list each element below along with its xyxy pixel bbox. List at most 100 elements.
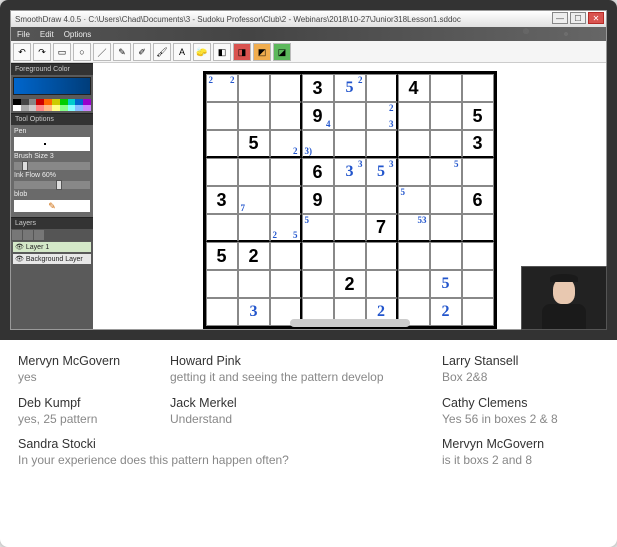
sudoku-cell[interactable]: 7 — [366, 214, 398, 242]
horizontal-scrollbar[interactable] — [290, 319, 410, 327]
sudoku-cell[interactable] — [462, 270, 494, 298]
sudoku-cell[interactable]: 2 — [270, 130, 302, 158]
sudoku-cell[interactable]: 53 — [398, 214, 430, 242]
sudoku-cell[interactable] — [206, 270, 238, 298]
palette-swatch[interactable] — [83, 105, 91, 111]
sudoku-cell[interactable] — [334, 102, 366, 130]
tool-button[interactable]: 🧽 — [193, 43, 211, 61]
palette-swatch[interactable] — [21, 105, 29, 111]
sudoku-cell[interactable]: 94 — [302, 102, 334, 130]
sudoku-cell[interactable]: 3 — [206, 186, 238, 214]
sudoku-cell[interactable] — [366, 130, 398, 158]
minimize-button[interactable]: — — [552, 12, 568, 24]
sudoku-cell[interactable]: 3 — [238, 298, 270, 326]
sudoku-cell[interactable]: 3 — [462, 130, 494, 158]
sudoku-cell[interactable]: 6 — [462, 186, 494, 214]
sudoku-cell[interactable] — [462, 74, 494, 102]
sudoku-cell[interactable] — [462, 158, 494, 186]
sudoku-cell[interactable] — [430, 214, 462, 242]
tool-button[interactable]: ◧ — [213, 43, 231, 61]
sudoku-cell[interactable]: 4 — [398, 74, 430, 102]
sudoku-cell[interactable] — [430, 102, 462, 130]
sudoku-cell[interactable]: 33 — [334, 158, 366, 186]
sudoku-cell[interactable] — [206, 214, 238, 242]
layer-tool-icon[interactable] — [12, 230, 22, 240]
tool-button[interactable]: ▭ — [53, 43, 71, 61]
sudoku-cell[interactable] — [398, 270, 430, 298]
sudoku-cell[interactable] — [238, 74, 270, 102]
eye-icon[interactable]: 👁 — [15, 255, 24, 263]
sudoku-cell[interactable]: 7 — [238, 186, 270, 214]
eye-icon[interactable]: 👁 — [15, 243, 24, 251]
layer-tool-icon[interactable] — [34, 230, 44, 240]
sudoku-cell[interactable] — [302, 242, 334, 270]
palette-swatch[interactable] — [60, 105, 68, 111]
sudoku-cell[interactable]: 2 — [334, 270, 366, 298]
sudoku-cell[interactable] — [238, 102, 270, 130]
foreground-swatch[interactable] — [13, 77, 91, 95]
sudoku-cell[interactable] — [430, 186, 462, 214]
sudoku-cell[interactable] — [430, 130, 462, 158]
sudoku-cell[interactable] — [270, 158, 302, 186]
sudoku-cell[interactable] — [462, 214, 494, 242]
sudoku-cell[interactable]: 52 — [334, 74, 366, 102]
sudoku-cell[interactable] — [334, 186, 366, 214]
sudoku-cell[interactable] — [238, 270, 270, 298]
sudoku-cell[interactable]: 5 — [206, 242, 238, 270]
sudoku-cell[interactable]: 5 — [238, 130, 270, 158]
sudoku-cell[interactable] — [270, 102, 302, 130]
sudoku-cell[interactable] — [462, 298, 494, 326]
sudoku-cell[interactable]: 5 — [302, 214, 334, 242]
palette-swatch[interactable] — [75, 105, 83, 111]
sudoku-cell[interactable] — [270, 186, 302, 214]
sudoku-cell[interactable] — [430, 74, 462, 102]
sudoku-cell[interactable]: 2 — [238, 242, 270, 270]
sudoku-cell[interactable]: 23 — [366, 102, 398, 130]
sudoku-cell[interactable]: 5 — [430, 270, 462, 298]
tool-button[interactable]: ✎ — [113, 43, 131, 61]
tool-button[interactable]: A — [173, 43, 191, 61]
layer-row[interactable]: 👁Background Layer — [13, 254, 91, 264]
sudoku-cell[interactable] — [366, 270, 398, 298]
sudoku-cell[interactable] — [398, 102, 430, 130]
tool-button[interactable]: ／ — [93, 43, 111, 61]
sudoku-cell[interactable]: 52 — [270, 214, 302, 242]
sudoku-cell[interactable] — [206, 158, 238, 186]
tool-button[interactable]: ✐ — [133, 43, 151, 61]
sudoku-cell[interactable]: 22 — [206, 74, 238, 102]
palette-swatch[interactable] — [44, 105, 52, 111]
tool-button[interactable]: ◪ — [273, 43, 291, 61]
sudoku-cell[interactable]: 5 — [462, 102, 494, 130]
sudoku-cell[interactable] — [238, 158, 270, 186]
sudoku-cell[interactable]: 5 — [398, 186, 430, 214]
sudoku-cell[interactable] — [398, 158, 430, 186]
sudoku-cell[interactable] — [206, 102, 238, 130]
palette-swatch[interactable] — [68, 105, 76, 111]
menu-file[interactable]: File — [17, 30, 30, 39]
ink-flow-slider[interactable] — [14, 181, 90, 189]
tool-button[interactable]: ◩ — [253, 43, 271, 61]
sudoku-cell[interactable] — [398, 130, 430, 158]
sudoku-cell[interactable] — [366, 74, 398, 102]
palette-swatch[interactable] — [36, 105, 44, 111]
sudoku-cell[interactable] — [334, 242, 366, 270]
brush-size-slider[interactable] — [14, 162, 90, 170]
webcam-thumbnail[interactable] — [521, 266, 607, 330]
layer-row[interactable]: 👁Layer 1 — [13, 242, 91, 252]
sudoku-cell[interactable] — [430, 242, 462, 270]
sudoku-cell[interactable] — [366, 186, 398, 214]
layer-tool-icon[interactable] — [23, 230, 33, 240]
sudoku-cell[interactable]: 6 — [302, 158, 334, 186]
sudoku-cell[interactable]: 3) — [302, 130, 334, 158]
sudoku-cell[interactable] — [334, 214, 366, 242]
palette-swatch[interactable] — [52, 105, 60, 111]
sudoku-cell[interactable]: 5 — [430, 158, 462, 186]
sudoku-cell[interactable]: 3 — [302, 74, 334, 102]
close-button[interactable]: ✕ — [588, 12, 604, 24]
tool-button[interactable]: ↶ — [13, 43, 31, 61]
sudoku-cell[interactable] — [206, 298, 238, 326]
sudoku-cell[interactable] — [270, 242, 302, 270]
sudoku-cell[interactable]: 53 — [366, 158, 398, 186]
sudoku-cell[interactable] — [334, 130, 366, 158]
tool-button[interactable]: ↷ — [33, 43, 51, 61]
